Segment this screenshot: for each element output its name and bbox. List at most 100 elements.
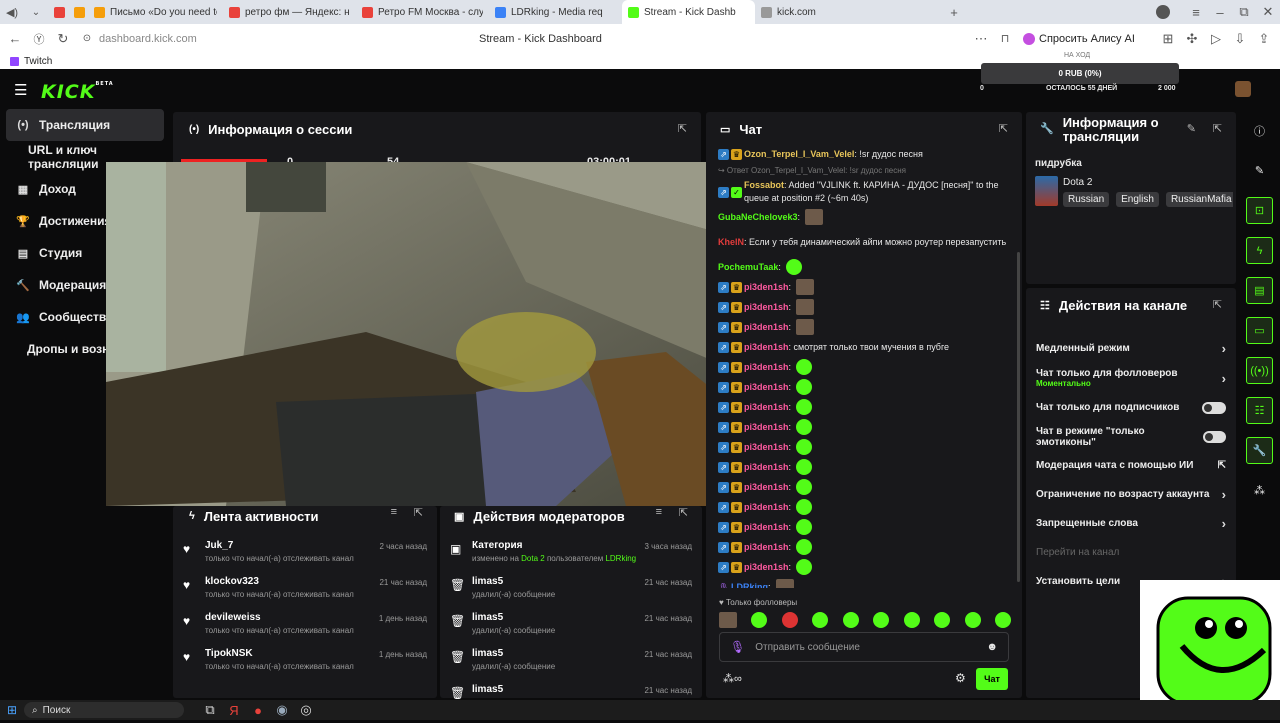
browser-tab[interactable]: [68, 0, 88, 24]
emote[interactable]: [796, 499, 813, 515]
steam-icon[interactable]: ◉: [270, 702, 294, 718]
emote[interactable]: [796, 419, 813, 435]
feed-name[interactable]: limas5: [472, 576, 644, 587]
chat-bubble-icon[interactable]: ▭: [1246, 317, 1273, 344]
tag[interactable]: English: [1116, 192, 1159, 207]
category-name[interactable]: Dota 2: [1063, 177, 1092, 188]
emote[interactable]: [934, 612, 951, 628]
popout-icon[interactable]: ⇱: [678, 122, 687, 135]
feed-name[interactable]: limas5: [472, 612, 644, 623]
start-icon[interactable]: ⊞: [0, 703, 24, 717]
emote[interactable]: [796, 459, 813, 475]
emote[interactable]: [719, 612, 737, 628]
puzzle-icon[interactable]: ✣: [1180, 31, 1204, 47]
chat-username[interactable]: pi3den1sh: [744, 342, 789, 352]
stream-preview[interactable]: [106, 162, 716, 506]
reload-icon[interactable]: ↻: [51, 31, 75, 47]
chat-username[interactable]: KhelN: [718, 237, 744, 247]
chat-username[interactable]: pi3den1sh: [744, 502, 789, 512]
restore-icon[interactable]: ⧉: [1232, 4, 1256, 20]
kick-logo[interactable]: KICKBETA: [41, 81, 114, 103]
channel-action-row[interactable]: Медленный режим ›: [1026, 334, 1236, 363]
emote[interactable]: [873, 612, 890, 628]
emote[interactable]: [796, 519, 813, 535]
emote[interactable]: [796, 539, 813, 555]
channel-action-row[interactable]: Запрещенные слова ›: [1026, 509, 1236, 538]
emote[interactable]: [796, 559, 813, 575]
browser-tab[interactable]: kick.com: [755, 0, 875, 24]
browser-tab[interactable]: ретро фм — Яндекс: наш: [223, 0, 356, 24]
emote[interactable]: [994, 612, 1011, 628]
info-icon[interactable]: ⓘ: [1246, 117, 1273, 144]
sub-user[interactable]: LDRking: [605, 554, 636, 563]
popout-icon[interactable]: ⇱: [1213, 298, 1222, 311]
settings-icon[interactable]: ⚙: [955, 671, 966, 685]
filter-icon[interactable]: ≡: [656, 506, 662, 518]
back-icon[interactable]: ←: [3, 31, 27, 46]
points-icon[interactable]: ⁂∞: [723, 672, 742, 685]
emote[interactable]: [796, 439, 813, 455]
browser-tab[interactable]: [48, 0, 68, 24]
wrench-icon[interactable]: 🔧: [1246, 437, 1273, 464]
bookmark-icon[interactable]: ⊓: [993, 32, 1017, 45]
scrollbar[interactable]: [1017, 252, 1020, 582]
emote[interactable]: [796, 479, 813, 495]
chat-username[interactable]: GubaNeChelovek3: [718, 212, 798, 222]
emote[interactable]: [796, 299, 815, 315]
chevron-down-icon[interactable]: ⌄: [24, 7, 48, 18]
browser-tab[interactable]: Ретро FM Москва - слуш: [356, 0, 489, 24]
extension-icon[interactable]: ⊞: [1156, 31, 1180, 47]
feed-name[interactable]: Juk_7: [205, 540, 379, 551]
browser-tab[interactable]: LDRking - Media req: [489, 0, 622, 24]
feed-name[interactable]: limas5: [472, 684, 644, 695]
channel-action-row[interactable]: Чат в режиме "только эмотиконы": [1026, 422, 1236, 451]
new-tab-button[interactable]: +: [942, 5, 966, 20]
emote[interactable]: [796, 279, 815, 295]
emote[interactable]: [796, 379, 813, 395]
emote[interactable]: [964, 612, 981, 628]
yandex-icon[interactable]: Ⓨ: [27, 31, 51, 47]
browser-tab[interactable]: Письмо «Do you need to: [88, 0, 223, 24]
channel-action-row[interactable]: Чат только для фолловеров Моментально ›: [1026, 363, 1236, 393]
chat-username[interactable]: pi3den1sh: [744, 482, 789, 492]
url-text[interactable]: dashboard.kick.com: [99, 33, 479, 45]
obs-icon[interactable]: ◎: [294, 702, 318, 718]
emote[interactable]: [796, 359, 813, 375]
feed-name[interactable]: devileweiss: [205, 612, 379, 623]
download-icon[interactable]: ⇩: [1228, 31, 1252, 47]
emote[interactable]: [785, 259, 802, 275]
menu-icon[interactable]: ≡: [1184, 5, 1208, 20]
more-icon[interactable]: ⋯: [969, 31, 993, 47]
yandex-icon[interactable]: Я: [222, 703, 246, 718]
chat-username[interactable]: pi3den1sh: [744, 282, 789, 292]
chat-username[interactable]: pi3den1sh: [744, 462, 789, 472]
chat-username[interactable]: Fossabot: [744, 180, 784, 190]
channel-action-row[interactable]: Чат только для подписчиков: [1026, 393, 1236, 422]
play-icon[interactable]: ▷: [1204, 31, 1228, 47]
feed-name[interactable]: klockov323: [205, 576, 379, 587]
browser-icon[interactable]: ●: [246, 703, 270, 718]
speaker-icon[interactable]: ◀): [0, 6, 24, 19]
notes-icon[interactable]: ▤: [1246, 277, 1273, 304]
sub-game[interactable]: Dota 2: [521, 554, 545, 563]
emote[interactable]: [812, 612, 829, 628]
chat-username[interactable]: PochemuTaak: [718, 262, 778, 272]
chat-username[interactable]: Ozon_Terpel_I_Vam_Velel: [744, 149, 854, 159]
toggle-switch[interactable]: [1202, 401, 1226, 414]
browser-tab[interactable]: Stream - Kick Dashb: [622, 0, 755, 24]
toggle-switch[interactable]: [1202, 430, 1226, 443]
popout-icon[interactable]: ⇱: [679, 506, 688, 519]
taskview-icon[interactable]: ⧉: [198, 702, 222, 718]
chat-username[interactable]: LDRking: [731, 582, 768, 589]
popout-icon[interactable]: ⇱: [1213, 122, 1222, 135]
mic-icon[interactable]: 🎙: [730, 640, 745, 654]
emote[interactable]: [751, 612, 768, 628]
popout-icon[interactable]: ⇱: [999, 122, 1008, 135]
chat-send-button[interactable]: Чат: [976, 668, 1008, 690]
channel-action-row[interactable]: Модерация чата с помощью ИИ ⇱: [1026, 451, 1236, 480]
edit-icon[interactable]: ✎: [1187, 122, 1196, 135]
broadcast-icon[interactable]: ((•)): [1246, 357, 1273, 384]
chat-username[interactable]: pi3den1sh: [744, 422, 789, 432]
emote[interactable]: [796, 319, 815, 335]
minimize-icon[interactable]: –: [1208, 5, 1232, 20]
